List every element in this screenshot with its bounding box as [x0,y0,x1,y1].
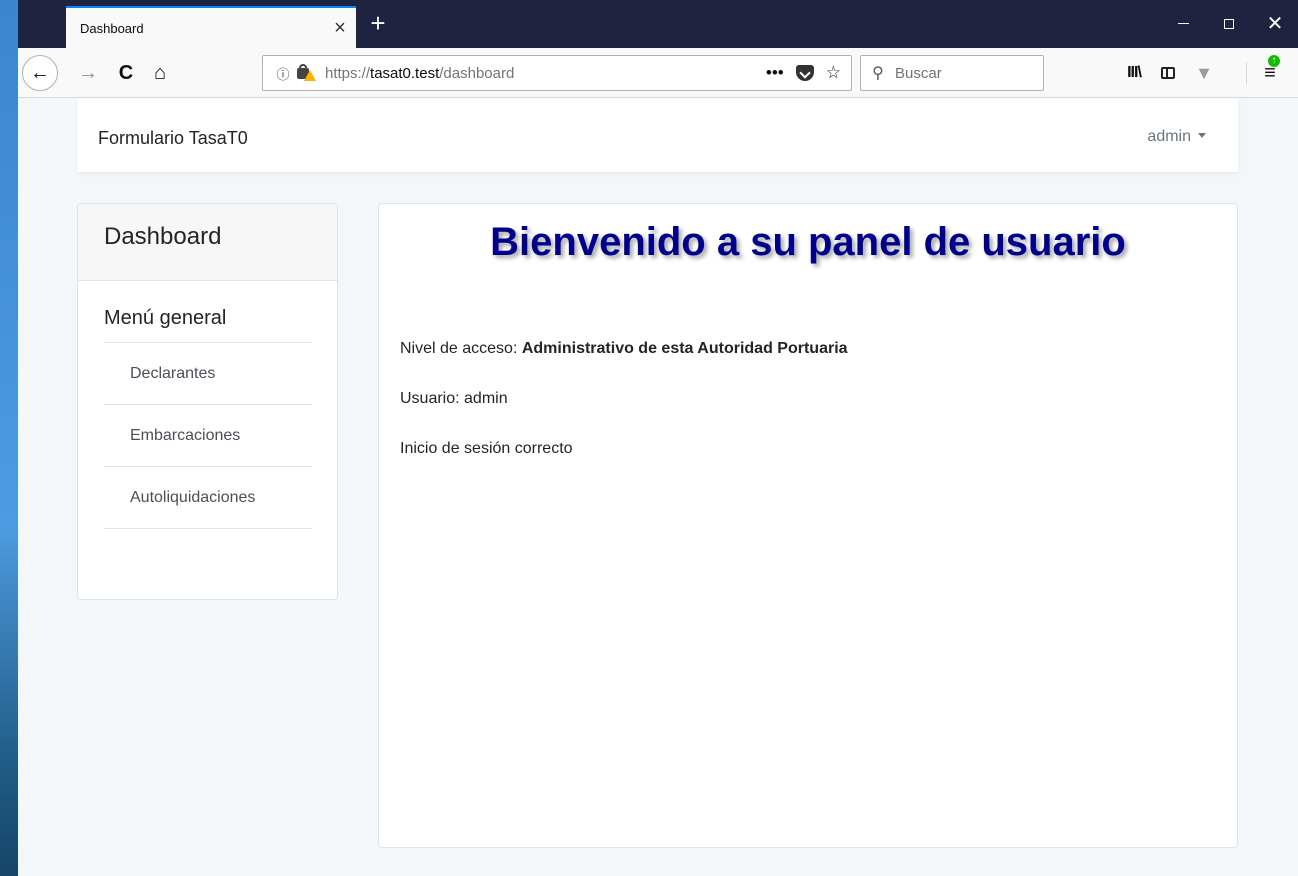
page-viewport: Formulario TasaT0 admin Dashboard Menú g… [18,98,1298,876]
sidebar-toggle-icon[interactable] [1152,57,1184,89]
site-navbar: Formulario TasaT0 admin [77,98,1238,172]
search-placeholder: Buscar [895,64,942,82]
access-value: Administrativo de esta Autoridad Portuar… [521,340,848,357]
user-dropdown[interactable]: admin [1147,128,1206,146]
navigation-toolbar: ← → C ⌂ ⓘ https://tasat0.test/dashboard … [18,48,1298,98]
maximize-button[interactable] [1206,0,1252,48]
tab-bar: Dashboard × + ✕ [18,0,1298,48]
update-badge-icon: ↑ [1268,55,1280,67]
sidebar-card: Dashboard Menú general Declarantes Embar… [77,203,338,600]
back-arrow-icon: ← [30,62,50,84]
back-button[interactable]: ← [22,55,58,91]
desktop-background [0,0,18,876]
sidebar-item-declarantes[interactable]: Declarantes [104,343,312,405]
caret-down-icon [1198,133,1206,138]
reload-button[interactable]: C [110,57,142,89]
url-text[interactable]: https://tasat0.test/dashboard [325,65,766,82]
welcome-title: Bienvenido a su panel de usuario [490,220,1126,264]
minimize-icon [1177,23,1189,25]
brand-link[interactable]: Formulario TasaT0 [98,128,248,149]
access-level: Nivel de acceso: Administrativo de esta … [400,339,848,359]
menu-title: Menú general [104,307,312,343]
sidebar-header: Dashboard [78,204,337,281]
minimize-button[interactable] [1160,0,1206,48]
tab-title: Dashboard [80,20,144,36]
url-scheme: https:// [325,64,371,82]
bookmark-star-icon[interactable]: ☆ [826,63,841,83]
forward-arrow-icon: → [78,62,98,84]
pocket-icon[interactable] [795,65,814,81]
search-field[interactable]: ⚲ Buscar [860,55,1044,91]
access-label: Nivel de acceso: [400,340,522,357]
extension-icon[interactable]: ▼ [1188,57,1220,89]
window-close-button[interactable]: ✕ [1252,0,1298,48]
forward-button[interactable]: → [72,57,104,89]
search-icon: ⚲ [872,65,884,82]
sidebar-item-autoliquidaciones[interactable]: Autoliquidaciones [104,467,312,529]
url-host: tasat0.test [370,64,440,82]
sidebar-item-embarcaciones[interactable]: Embarcaciones [104,405,312,467]
address-bar[interactable]: ⓘ https://tasat0.test/dashboard ••• ☆ [262,55,852,91]
maximize-icon [1224,18,1234,29]
session-status: Inicio de sesión correcto [400,440,573,457]
user-name: admin [1147,128,1191,145]
browser-window: Dashboard × + ✕ ← → C ⌂ ⓘ https://tasat0… [18,0,1298,876]
reload-icon: C [118,62,134,84]
close-tab-icon[interactable]: × [324,18,356,38]
info-icon[interactable]: ⓘ [271,64,295,83]
url-path: /dashboard [439,64,515,82]
user-info: Nivel de acceso: Administrativo de esta … [400,339,848,489]
tab-dashboard[interactable]: Dashboard × [66,6,356,48]
library-icon[interactable]: III\ [1118,57,1150,89]
toolbar-divider [1246,62,1247,84]
home-button[interactable]: ⌂ [144,57,176,89]
main-card: Bienvenido a su panel de usuario Nivel d… [378,203,1238,848]
home-icon: ⌂ [153,62,167,84]
user-line: Usuario: admin [400,390,508,407]
sidebar-menu: Declarantes Embarcaciones Autoliquidacio… [104,343,312,529]
page-actions-icon[interactable]: ••• [766,63,784,83]
new-tab-button[interactable]: + [362,8,394,40]
insecure-lock-icon[interactable] [295,64,317,82]
